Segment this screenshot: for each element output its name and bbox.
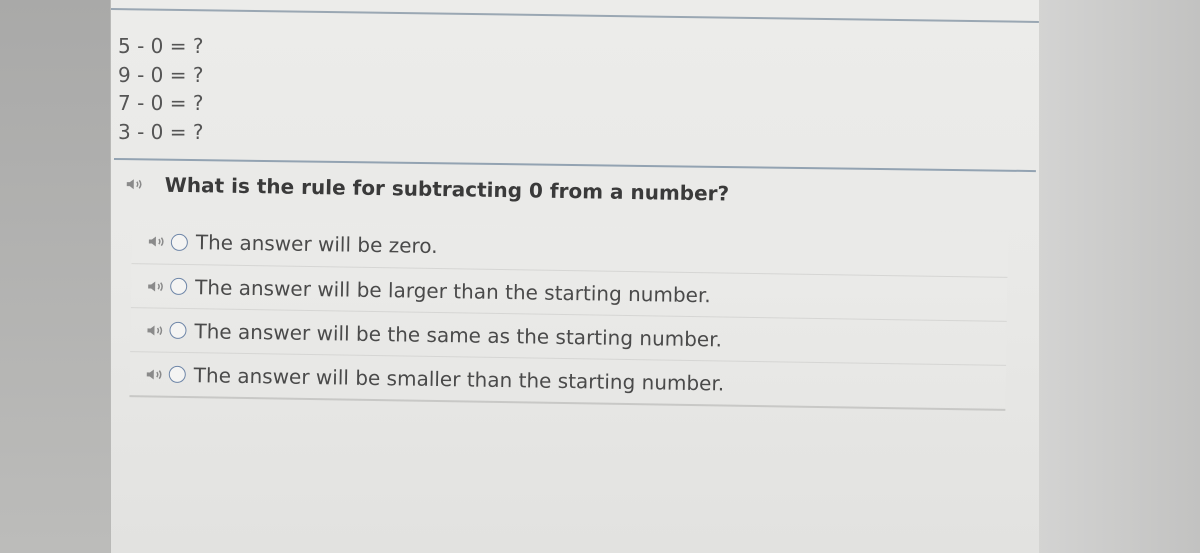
- speaker-icon[interactable]: [145, 323, 165, 337]
- option-label: The answer will be zero.: [195, 230, 438, 258]
- screen: 5 - 0 = ? 9 - 0 = ? 7 - 0 = ? 3 - 0 = ? …: [0, 0, 1200, 553]
- question-row: What is the rule for subtracting 0 from …: [125, 172, 730, 206]
- speaker-icon[interactable]: [125, 177, 145, 191]
- radio-button[interactable]: [169, 321, 187, 340]
- speaker-icon[interactable]: [146, 279, 166, 293]
- question-panel: 5 - 0 = ? 9 - 0 = ? 7 - 0 = ? 3 - 0 = ? …: [110, 0, 1039, 553]
- option-label: The answer will be the same as the start…: [194, 318, 723, 351]
- right-margin: [1035, 0, 1200, 553]
- question-content: What is the rule for subtracting 0 from …: [105, 0, 1042, 553]
- speaker-icon[interactable]: [147, 234, 167, 248]
- question-text: What is the rule for subtracting 0 from …: [164, 172, 730, 206]
- speaker-icon[interactable]: [145, 367, 165, 381]
- answer-options: The answer will be zero. The answer will…: [129, 219, 1009, 411]
- radio-button[interactable]: [170, 233, 189, 251]
- option-label: The answer will be larger than the start…: [194, 274, 711, 307]
- option-label: The answer will be smaller than the star…: [193, 362, 725, 395]
- left-bezel: [0, 0, 110, 553]
- radio-button[interactable]: [168, 365, 186, 384]
- radio-button[interactable]: [170, 277, 188, 296]
